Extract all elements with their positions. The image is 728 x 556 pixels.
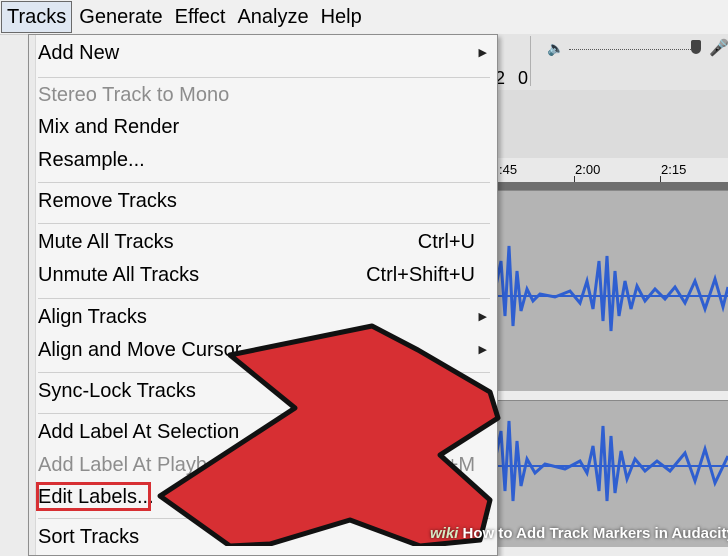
watermark-prefix: wiki: [430, 525, 459, 542]
watermark-text: How to Add Track Markers in Audacity: [462, 525, 728, 542]
red-pointer-arrow-icon: [157, 323, 501, 546]
wikihow-watermark: wiki How to Add Track Markers in Audacit…: [430, 522, 728, 546]
